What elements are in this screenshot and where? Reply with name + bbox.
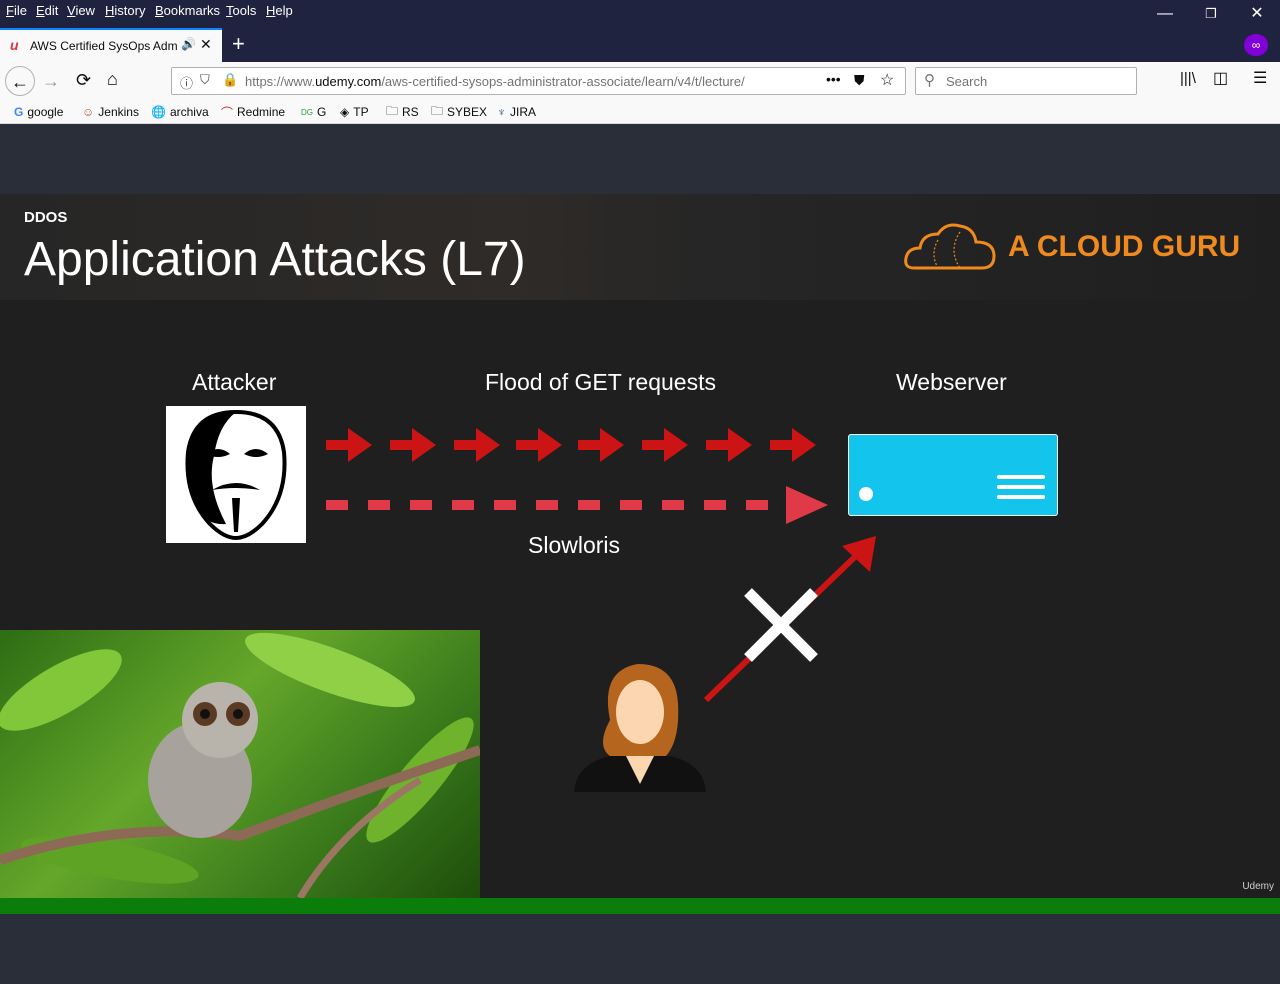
brand-logo-text: A CLOUD GURU [1008,230,1241,263]
video-progress-bar[interactable] [0,898,1280,914]
page-actions-icon[interactable]: ••• [826,71,841,87]
redmine-icon: ⌒ [221,105,234,120]
slide-title: Application Attacks (L7) [24,233,526,286]
close-window-button[interactable]: ✕ [1234,0,1280,28]
bookmark-folder-sybex[interactable]: 🗀 SYBEX [431,103,487,121]
menu-bar: File Edit View History Bookmarks Tools H… [0,0,1280,28]
library-icon[interactable]: |||\ [1180,70,1196,87]
jenkins-icon: ☺ [82,105,95,119]
video-player[interactable]: DDOS Application Attacks (L7) A CLOUD GU… [0,124,1280,984]
forward-button[interactable]: → [42,71,60,92]
search-bar[interactable]: ⚲ Search [915,67,1137,95]
bookmark-tp[interactable]: ◈ TP [340,103,369,121]
dg-icon: DG [301,107,313,117]
restore-button[interactable]: ❐ [1188,0,1234,28]
menu-history[interactable]: History [105,3,145,18]
menu-bookmarks[interactable]: Bookmarks [155,3,220,18]
tab-close-icon[interactable]: ✕ [200,36,212,53]
bookmark-archiva[interactable]: 🌐 archiva [151,103,209,121]
active-tab[interactable]: u AWS Certified SysOps Admi 🔊 ✕ [0,28,222,62]
webserver-icon [848,434,1058,516]
menu-help[interactable]: Help [266,3,293,18]
jira-icon: ♆ [497,105,506,119]
url-text[interactable]: https://www.udemy.com/aws-certified-syso… [245,74,790,89]
menu-view[interactable]: View [67,3,95,18]
slide-category: DDOS [24,209,68,226]
sidebar-icon[interactable]: ◫ [1213,68,1228,88]
tab-title: AWS Certified SysOps Admi [30,39,178,53]
new-tab-button[interactable]: + [232,31,245,57]
cloud-logo-icon [904,223,996,270]
url-bar[interactable]: ⓘ ⛉ 🔒 https://www.udemy.com/aws-certifie… [171,67,906,95]
blocked-request-arrow [703,536,876,703]
folder-icon: 🗀 [431,103,444,118]
google-icon: G [14,105,24,119]
search-input[interactable]: Search [946,74,987,89]
back-button[interactable]: ← [5,66,35,96]
bookmarks-toolbar: Ggoogle ☺ Jenkins 🌐 archiva ⌒ Redmine DG G ◈… [0,100,1280,124]
flood-label: Flood of GET requests [485,369,716,395]
home-icon[interactable]: ⌂ [107,69,118,90]
user-avatar-icon [574,664,706,792]
bookmark-star-icon[interactable]: ☆ [880,70,894,90]
anonymous-mask-image [166,406,306,543]
nav-bar: ← → ⟳ ⌂ ⓘ ⛉ 🔒 https://www.udemy.com/aws-… [0,62,1280,100]
lock-icon[interactable]: 🔒 [222,72,238,88]
bookmark-google[interactable]: Ggoogle [14,103,63,121]
bookmark-redmine[interactable]: ⌒ Redmine [221,103,285,121]
lecture-slide: DDOS Application Attacks (L7) A CLOUD GU… [0,194,1280,898]
reload-icon[interactable]: ⟳ [76,70,91,91]
webserver-label: Webserver [896,369,1007,395]
private-browsing-icon: ∞ [1244,34,1268,56]
bookmark-folder-rs[interactable]: 🗀 RS [386,103,419,121]
menu-tools[interactable]: Tools [226,3,256,18]
slide-header: DDOS Application Attacks (L7) A CLOUD GU… [0,194,1280,300]
slow-loris-photo [0,630,480,898]
search-icon: ⚲ [924,72,935,89]
diamond-icon: ◈ [340,105,350,119]
flood-arrows [326,428,828,524]
tab-bar: u AWS Certified SysOps Admi 🔊 ✕ + ∞ [0,28,1280,62]
bookmark-jenkins[interactable]: ☺ Jenkins [82,103,139,121]
udemy-favicon-icon: u [10,37,19,53]
speaker-icon[interactable]: 🔊 [181,37,196,51]
slowloris-label: Slowloris [528,532,621,558]
info-icon[interactable]: ⓘ [180,73,193,92]
menu-edit[interactable]: Edit [36,3,58,18]
pocket-icon[interactable]: ⛊ [854,72,865,89]
attacker-label: Attacker [192,369,277,395]
globe-icon: 🌐 [151,105,166,119]
bookmark-jira[interactable]: ♆ JIRA [497,103,536,121]
udemy-watermark: Udemy [1242,881,1274,892]
tracking-shield-icon[interactable]: ⛉ [200,72,210,88]
menu-file[interactable]: File [6,3,27,18]
open-menu-icon[interactable]: ☰ [1253,68,1267,88]
bookmark-g[interactable]: DG G [301,103,326,121]
minimize-button[interactable]: — [1142,0,1188,28]
folder-icon: 🗀 [386,103,399,118]
